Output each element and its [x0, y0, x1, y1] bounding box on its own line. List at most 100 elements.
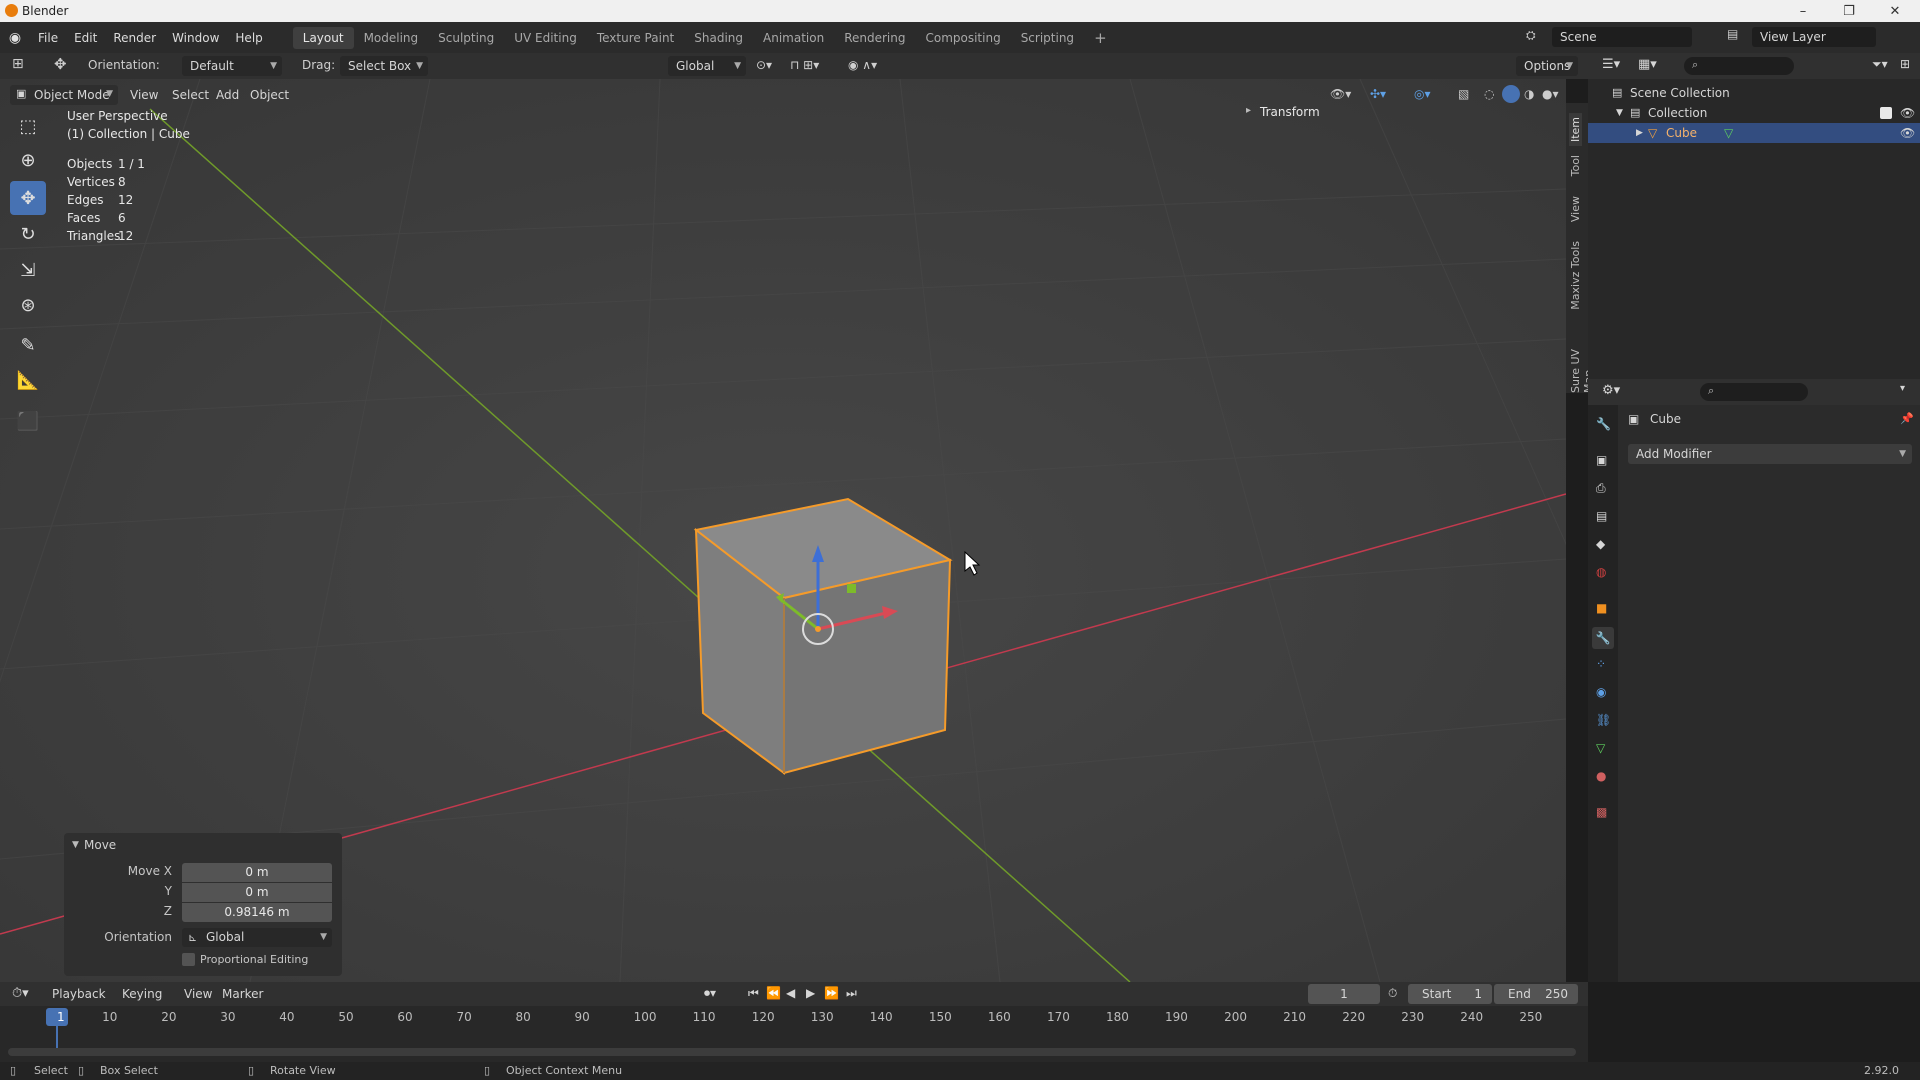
viewport-menu-select[interactable]: Select: [166, 85, 215, 105]
sidebar-tab-maxivz-tools[interactable]: Maxivz Tools: [1569, 241, 1582, 310]
solid-shading-icon[interactable]: [1502, 85, 1520, 103]
material-properties-icon[interactable]: ●: [1596, 769, 1606, 783]
object-properties-icon[interactable]: ■: [1596, 601, 1607, 615]
move-orientation-dropdown[interactable]: ⊾ Global ▼: [182, 928, 332, 947]
current-frame-field[interactable]: 1: [1308, 984, 1380, 1004]
timeline-scrollbar[interactable]: [8, 1048, 1576, 1056]
transform-orientation-dropdown[interactable]: Global ▼: [668, 56, 746, 76]
jump-keyframe-forward-icon[interactable]: ⏩: [824, 986, 839, 1000]
mesh-data-icon[interactable]: ▽: [1724, 123, 1733, 143]
properties-search-input[interactable]: ⌕: [1700, 383, 1808, 401]
tab-rendering[interactable]: Rendering: [834, 27, 915, 49]
cube-visibility-icon[interactable]: 👁: [1900, 123, 1915, 143]
tab-scripting[interactable]: Scripting: [1011, 27, 1084, 49]
tab-compositing[interactable]: Compositing: [915, 27, 1010, 49]
blender-menu-icon[interactable]: ◉: [0, 30, 30, 46]
cube-expand-icon[interactable]: ▶: [1636, 123, 1643, 143]
filter-icon[interactable]: ⏷▾: [1872, 57, 1888, 72]
snap-icon[interactable]: ⊓ ⊞▾: [790, 58, 819, 72]
preview-range-icon[interactable]: ⏱: [1388, 986, 1397, 1001]
scene-icon[interactable]: ⛭: [1526, 28, 1536, 43]
transform-expand-icon[interactable]: ▸: [1246, 105, 1251, 116]
transform-tool-icon[interactable]: ⊛: [10, 288, 46, 322]
outliner-row-cube[interactable]: ▶ ▽ Cube ▽ 👁: [1588, 123, 1920, 143]
view-layer-icon[interactable]: ▤: [1727, 27, 1738, 41]
viewport-menu-object[interactable]: Object: [244, 85, 295, 105]
jump-keyframe-back-icon[interactable]: ⏪: [766, 986, 781, 1000]
options-dropdown[interactable]: Options ▼: [1516, 56, 1578, 76]
select-box-tool-icon[interactable]: ⬚: [10, 109, 46, 143]
jump-start-icon[interactable]: ⏮: [748, 986, 759, 1001]
proportional-editing-icon[interactable]: ◉ ∧▾: [848, 58, 877, 72]
material-shading-icon[interactable]: ◑: [1524, 87, 1534, 101]
particles-properties-icon[interactable]: ⁘: [1596, 657, 1606, 671]
3d-viewport[interactable]: ▣ Object Mode ▼ View Select Add Object 👁…: [0, 79, 1566, 982]
end-frame-field[interactable]: End 250: [1494, 984, 1578, 1004]
tab-sculpting[interactable]: Sculpting: [428, 27, 504, 49]
start-frame-field[interactable]: Start 1: [1408, 984, 1492, 1004]
move-y-field[interactable]: 0 m: [182, 883, 332, 902]
texture-properties-icon[interactable]: ▩: [1596, 805, 1607, 819]
viewport-menu-add[interactable]: Add: [210, 85, 245, 105]
scene-field[interactable]: Scene: [1552, 27, 1692, 47]
wireframe-shading-icon[interactable]: ◌: [1484, 87, 1494, 101]
close-button[interactable]: ✕: [1872, 0, 1918, 22]
tab-animation[interactable]: Animation: [753, 27, 834, 49]
add-modifier-dropdown[interactable]: Add Modifier ▼: [1628, 444, 1912, 464]
gizmo-toggle-icon[interactable]: ✣▾: [1370, 87, 1386, 101]
tab-uv-editing[interactable]: UV Editing: [504, 27, 587, 49]
add-workspace-button[interactable]: +: [1084, 27, 1117, 49]
pin-icon[interactable]: 📌: [1900, 412, 1914, 425]
add-cube-tool-icon[interactable]: ⬛: [10, 404, 46, 438]
menu-file[interactable]: File: [30, 27, 66, 49]
minimize-button[interactable]: –: [1780, 0, 1826, 22]
move-x-field[interactable]: 0 m: [182, 863, 332, 882]
move-tool-button[interactable]: ✥: [10, 181, 46, 215]
outliner-row-collection[interactable]: ▼ ▤ Collection 👁: [1588, 103, 1920, 123]
orientation-dropdown[interactable]: Default ▼: [182, 56, 282, 76]
play-icon[interactable]: ▶: [806, 986, 815, 1000]
menu-help[interactable]: Help: [227, 27, 270, 49]
cursor-tool-icon[interactable]: ⊕: [10, 143, 46, 177]
drag-dropdown[interactable]: Select Box ▼: [340, 56, 428, 76]
rotate-tool-icon[interactable]: ↻: [10, 217, 46, 251]
render-properties-icon[interactable]: ▣: [1596, 453, 1607, 467]
rendered-shading-icon[interactable]: ●▾: [1542, 87, 1559, 101]
viewport-menu-view[interactable]: View: [124, 85, 164, 105]
world-properties-icon[interactable]: ◍: [1596, 565, 1606, 579]
timeline-menu-keying[interactable]: Keying: [116, 984, 168, 1004]
properties-editor-icon[interactable]: ⚙▾: [1602, 383, 1620, 398]
measure-tool-icon[interactable]: 📐: [10, 363, 46, 397]
outliner-search-input[interactable]: ⌕: [1684, 57, 1794, 75]
visibility-icon[interactable]: 👁▾: [1330, 87, 1351, 101]
view-layer-field[interactable]: View Layer: [1752, 27, 1876, 47]
tab-shading[interactable]: Shading: [684, 27, 753, 49]
menu-render[interactable]: Render: [105, 27, 164, 49]
annotate-tool-icon[interactable]: ✎: [10, 328, 46, 362]
sidebar-tab-tool[interactable]: Tool: [1569, 155, 1582, 176]
sidebar-tab-item[interactable]: Item: [1569, 113, 1582, 147]
physics-properties-icon[interactable]: ◉: [1596, 685, 1606, 699]
collection-exclude-checkbox[interactable]: [1880, 107, 1892, 119]
xray-icon[interactable]: ▧: [1458, 87, 1469, 101]
move-panel-collapse-icon[interactable]: ▼: [72, 840, 79, 850]
timeline-ruler[interactable]: 1 10 20 30 40 50 60 70 80 90 100 110 120 130 140 150 160…: [8, 1008, 1580, 1026]
properties-options-icon[interactable]: ▾: [1900, 383, 1905, 394]
transform-panel-label[interactable]: Transform: [1260, 105, 1320, 119]
jump-end-icon[interactable]: ⏭: [846, 986, 857, 1001]
timeline-menu-playback[interactable]: Playback: [46, 984, 112, 1004]
menu-edit[interactable]: Edit: [66, 27, 105, 49]
outliner-row-scene-collection[interactable]: ▤ Scene Collection: [1588, 83, 1920, 103]
tab-texture-paint[interactable]: Texture Paint: [587, 27, 684, 49]
modifier-properties-icon[interactable]: 🔧: [1592, 627, 1614, 649]
tab-layout[interactable]: Layout: [292, 26, 354, 49]
overlays-toggle-icon[interactable]: ◎▾: [1414, 87, 1431, 101]
menu-window[interactable]: Window: [164, 27, 227, 49]
scale-tool-icon[interactable]: ⇲: [10, 253, 46, 287]
view-layer-properties-icon[interactable]: ▤: [1596, 509, 1607, 523]
tool-properties-icon[interactable]: 🔧: [1596, 417, 1611, 431]
scene-properties-icon[interactable]: ◆: [1596, 537, 1605, 551]
sidebar-tab-view[interactable]: View: [1569, 196, 1582, 222]
editor-type-icon[interactable]: ⊞: [12, 56, 24, 72]
move-z-field[interactable]: 0.98146 m: [182, 903, 332, 922]
